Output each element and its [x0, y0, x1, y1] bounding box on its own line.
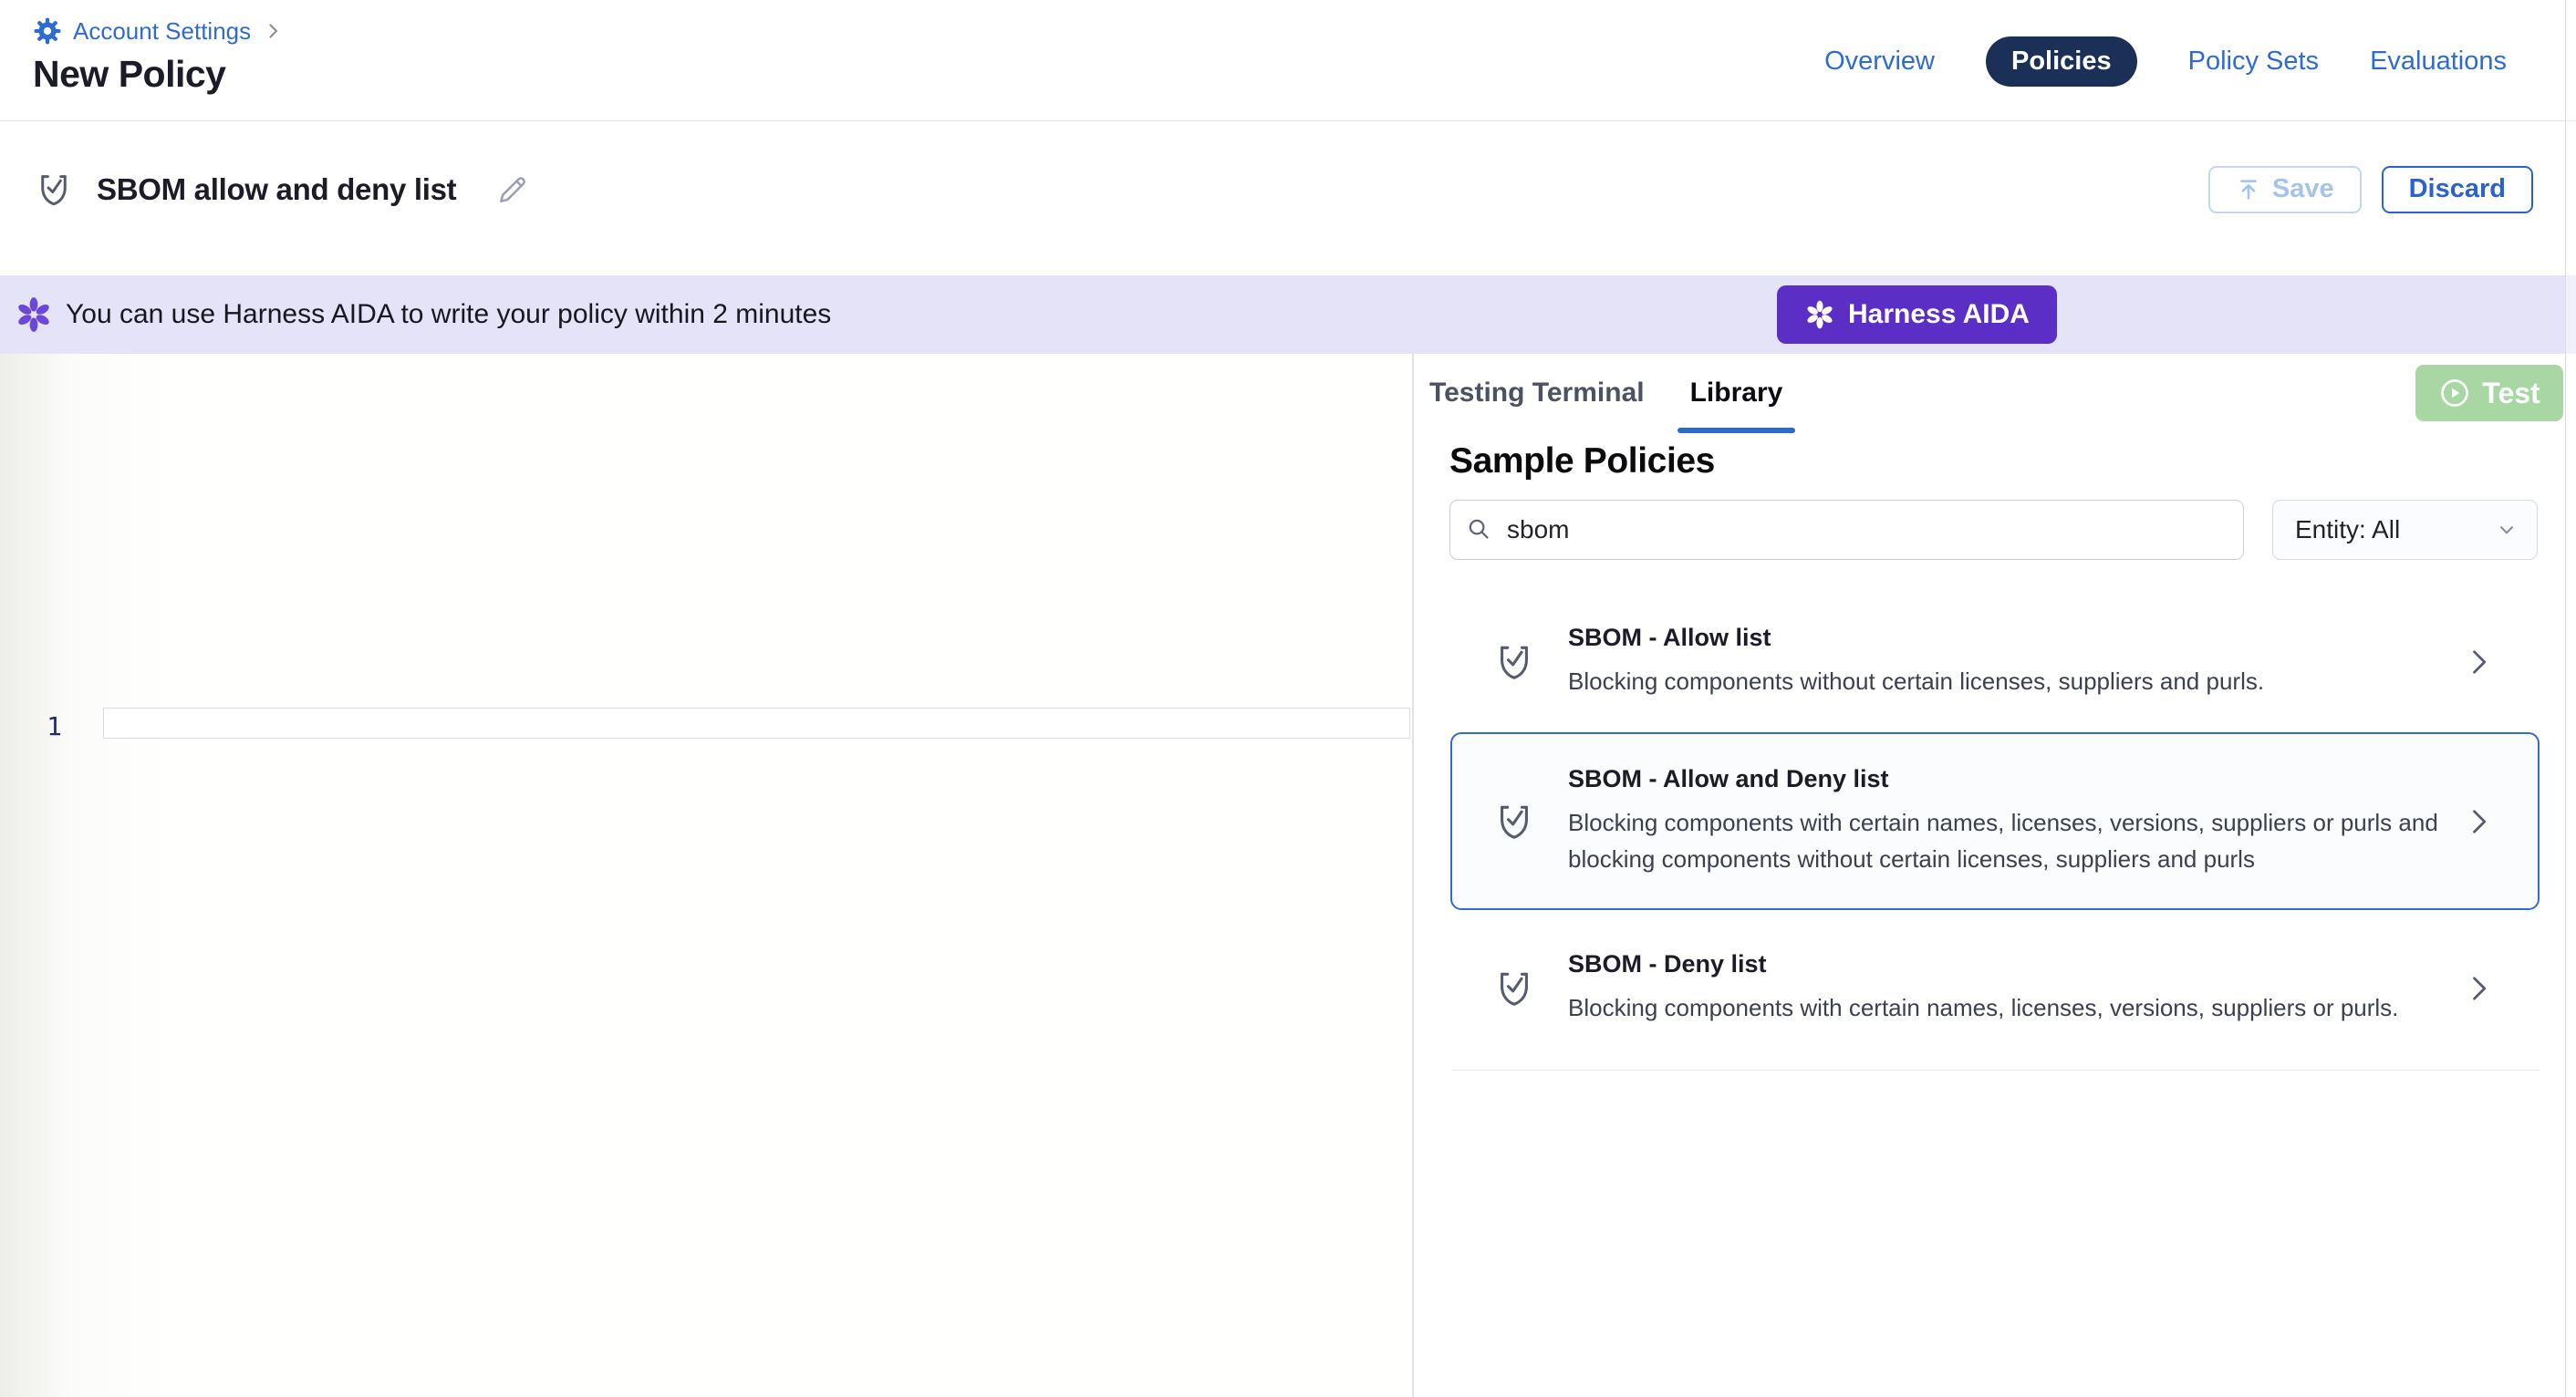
save-button[interactable]: Save [2208, 166, 2362, 213]
entity-filter-select[interactable]: Entity: All [2272, 500, 2538, 560]
top-nav: Overview Policies Policy Sets Evaluation… [1824, 36, 2507, 87]
harness-aida-button-label: Harness AIDA [1848, 299, 2030, 330]
save-button-label: Save [2272, 174, 2334, 204]
discard-button-label: Discard [2409, 174, 2506, 204]
shield-check-icon [1493, 801, 1535, 843]
shield-check-icon [1493, 968, 1535, 1009]
discard-button[interactable]: Discard [2382, 166, 2533, 213]
test-button[interactable]: Test [2415, 365, 2563, 421]
search-icon [1465, 515, 1492, 543]
policy-card-text: SBOM - Deny list Blocking components wit… [1568, 950, 2398, 1026]
nav-tab-evaluations[interactable]: Evaluations [2370, 47, 2507, 77]
sample-policies-heading: Sample Policies [1449, 441, 2576, 481]
toolbar-actions: Save Discard [2208, 166, 2533, 213]
policy-card-text: SBOM - Allow and Deny list Blocking comp… [1568, 765, 2444, 877]
harness-aida-button[interactable]: Harness AIDA [1777, 285, 2057, 344]
list-divider [1452, 1070, 2540, 1071]
upload-icon [2236, 177, 2261, 202]
nav-tab-overview[interactable]: Overview [1824, 47, 1935, 77]
panel-tabs: Testing Terminal Library [1429, 378, 2576, 429]
policy-card-title: SBOM - Deny list [1568, 950, 2398, 978]
policy-toolbar: SBOM allow and deny list Save Discard [0, 121, 2576, 275]
filter-row: Entity: All [1449, 500, 2576, 560]
policy-card-sbom-allow-list[interactable]: SBOM - Allow list Blocking components wi… [1450, 604, 2540, 719]
nav-tab-policy-sets[interactable]: Policy Sets [2188, 47, 2319, 77]
page-header: Account Settings New Policy Overview Pol… [0, 0, 2576, 121]
main-area: 1 Testing Terminal Library Test Sample P… [0, 354, 2576, 1397]
test-button-label: Test [2482, 377, 2540, 410]
tab-library[interactable]: Library [1690, 378, 1783, 429]
nav-tab-policies[interactable]: Policies [1986, 36, 2137, 87]
sparkle-icon [15, 295, 53, 334]
chevron-right-icon[interactable] [2462, 646, 2495, 678]
new-policy-page: Account Settings New Policy Overview Pol… [0, 0, 2576, 1397]
policy-card-title: SBOM - Allow and Deny list [1568, 765, 2444, 793]
search-box [1449, 500, 2244, 560]
policy-card-sbom-deny-list[interactable]: SBOM - Deny list Blocking components wit… [1450, 930, 2540, 1046]
aida-banner: You can use Harness AIDA to write your p… [0, 275, 2576, 354]
tab-testing-terminal[interactable]: Testing Terminal [1429, 378, 1645, 429]
library-panel: Testing Terminal Library Test Sample Pol… [1412, 354, 2576, 1397]
policy-card-description: Blocking components without certain lice… [1568, 663, 2264, 699]
editor-line-number: 1 [31, 711, 62, 741]
sparkle-icon [1804, 299, 1835, 330]
policy-card-title: SBOM - Allow list [1568, 624, 2264, 652]
policy-card-sbom-allow-and-deny-list[interactable]: SBOM - Allow and Deny list Blocking comp… [1450, 732, 2540, 910]
policy-card-description: Blocking components with certain names, … [1568, 804, 2444, 877]
gear-icon [33, 16, 62, 46]
breadcrumb-account-settings[interactable]: Account Settings [73, 17, 251, 46]
play-icon [2438, 377, 2471, 409]
policy-code-editor[interactable]: 1 [0, 354, 1412, 1397]
chevron-down-icon [2495, 518, 2519, 542]
scrollbar[interactable] [2565, 0, 2576, 1397]
policy-card-text: SBOM - Allow list Blocking components wi… [1568, 624, 2264, 699]
policy-name: SBOM allow and deny list [97, 172, 456, 207]
entity-filter-value: Entity: All [2295, 515, 2400, 544]
policy-card-description: Blocking components with certain names, … [1568, 989, 2398, 1026]
chevron-right-icon[interactable] [2462, 805, 2495, 838]
aida-banner-text: You can use Harness AIDA to write your p… [66, 299, 831, 330]
shield-check-icon [35, 171, 73, 209]
pencil-icon[interactable] [494, 171, 531, 208]
shield-check-icon [1493, 641, 1535, 683]
search-input[interactable] [1449, 500, 2244, 560]
breadcrumb-chevron-icon [262, 20, 284, 42]
editor-active-line[interactable] [103, 708, 1410, 739]
sample-policies-list: SBOM - Allow list Blocking components wi… [1450, 604, 2540, 1071]
chevron-right-icon[interactable] [2462, 972, 2495, 1005]
